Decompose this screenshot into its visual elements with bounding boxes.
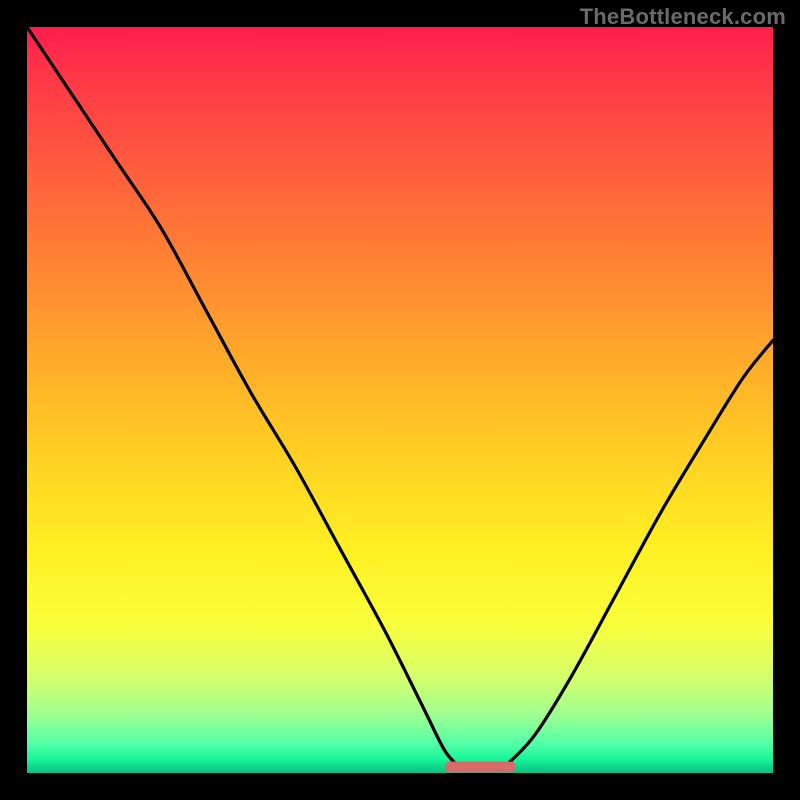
plot-area: [27, 27, 773, 773]
outer-frame: TheBottleneck.com: [0, 0, 800, 800]
chart-svg: [27, 27, 773, 773]
bottleneck-curve-left: [27, 27, 460, 767]
bottleneck-curve-right: [504, 340, 773, 767]
bottleneck-marker: [445, 762, 516, 773]
